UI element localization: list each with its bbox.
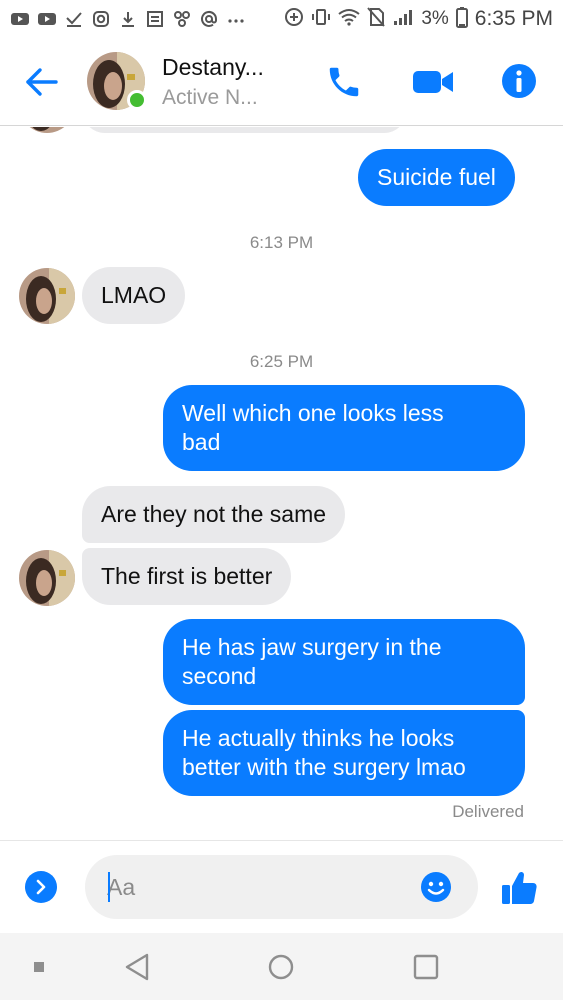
message-text-line: He has jaw surgery in the xyxy=(182,634,442,660)
timestamp: 6:13 PM xyxy=(249,233,314,252)
system-navigation-bar xyxy=(0,933,563,1000)
square-recents-icon xyxy=(413,954,439,980)
nav-recents-button[interactable] xyxy=(413,954,439,980)
message-bubble-incoming[interactable]: LMAO xyxy=(82,267,186,324)
at-icon xyxy=(199,10,219,28)
system-icons: 3% 6:35 PM xyxy=(284,6,553,33)
contact-status: Active N... xyxy=(162,86,258,109)
message-bubble-partial[interactable] xyxy=(82,127,407,133)
nav-home-button[interactable] xyxy=(268,954,294,980)
message-text-line: second xyxy=(182,663,257,689)
youtube-icon xyxy=(10,10,30,28)
info-icon xyxy=(502,64,536,98)
like-button[interactable] xyxy=(500,869,538,907)
triangle-back-icon xyxy=(125,953,149,981)
message-text-line: better with the surgery lmao xyxy=(182,754,466,780)
news-icon xyxy=(145,10,165,28)
more-dots-icon xyxy=(226,10,246,28)
online-indicator xyxy=(127,90,147,110)
contact-name[interactable]: Destany... xyxy=(162,54,264,81)
message-text-line: bad xyxy=(182,429,221,455)
video-camera-icon xyxy=(413,71,453,93)
battery-percent: 3% xyxy=(421,8,449,29)
download-icon xyxy=(118,10,138,28)
message-input-container[interactable] xyxy=(85,855,478,919)
conversation-header: Destany... Active N... xyxy=(0,38,563,126)
message-text-line: He actually thinks he looks xyxy=(182,725,455,751)
sender-avatar[interactable] xyxy=(19,268,75,324)
share-icon xyxy=(172,10,192,28)
message-text: LMAO xyxy=(101,282,167,308)
message-bubble-outgoing[interactable]: Suicide fuel xyxy=(358,149,515,206)
contact-avatar[interactable] xyxy=(87,52,147,110)
sender-avatar xyxy=(19,127,75,133)
arrow-left-icon xyxy=(26,68,58,96)
message-bubble-incoming[interactable]: Are they not the same xyxy=(82,486,346,543)
back-button[interactable] xyxy=(22,62,62,102)
message-bubble-outgoing[interactable]: Well which one looks less bad xyxy=(163,385,525,471)
message-input[interactable] xyxy=(107,855,407,919)
message-bubble-incoming[interactable]: The first is better xyxy=(82,548,292,605)
youtube-icon xyxy=(37,10,57,28)
wifi-icon xyxy=(338,8,360,31)
signal-icon xyxy=(392,8,414,31)
message-text: Are they not the same xyxy=(101,501,327,527)
video-call-button[interactable] xyxy=(411,66,455,98)
circle-home-icon xyxy=(268,954,294,980)
text-cursor xyxy=(108,872,110,902)
vibrate-icon xyxy=(311,7,331,32)
check-icon xyxy=(64,10,84,28)
smiley-icon xyxy=(421,872,451,902)
nav-dot-icon[interactable] xyxy=(34,962,44,972)
delivery-status: Delivered xyxy=(452,802,524,821)
message-text: The first is better xyxy=(101,563,273,589)
message-composer xyxy=(0,840,563,933)
info-button[interactable] xyxy=(500,62,538,100)
notification-icons xyxy=(10,10,246,28)
nav-back-button[interactable] xyxy=(124,953,150,981)
chevron-right-icon xyxy=(36,879,46,895)
expand-actions-button[interactable] xyxy=(25,871,57,903)
thumbs-up-icon xyxy=(502,871,537,904)
emoji-button[interactable] xyxy=(420,871,452,903)
message-bubble-outgoing[interactable]: He has jaw surgery in the second xyxy=(163,619,525,705)
timestamp: 6:25 PM xyxy=(249,352,314,371)
message-list[interactable]: Suicide fuel 6:13 PM LMAO 6:25 PM Well w… xyxy=(0,127,563,840)
clock: 6:35 PM xyxy=(474,7,553,30)
message-text-line: Well which one looks less xyxy=(182,400,444,426)
message-bubble-outgoing[interactable]: He actually thinks he looks better with … xyxy=(163,710,525,796)
add-circle-icon xyxy=(284,7,304,32)
phone-icon xyxy=(329,67,359,97)
status-bar: 3% 6:35 PM xyxy=(0,0,563,38)
voice-call-button[interactable] xyxy=(325,63,363,101)
battery-icon xyxy=(455,6,468,33)
instagram-icon xyxy=(91,10,111,28)
sender-avatar[interactable] xyxy=(19,550,75,606)
message-text: Suicide fuel xyxy=(377,164,496,190)
no-sim-icon xyxy=(367,6,386,32)
